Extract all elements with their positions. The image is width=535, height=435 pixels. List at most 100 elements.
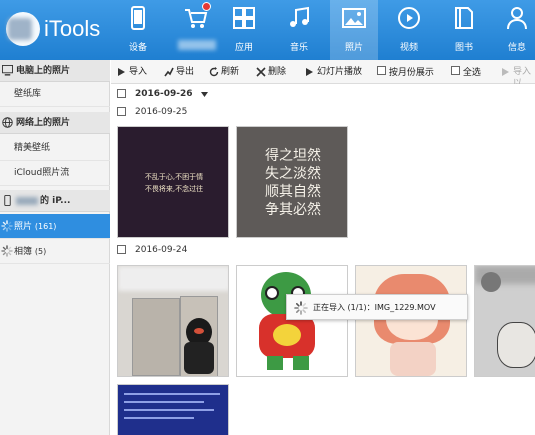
logo-blur	[8, 18, 32, 40]
sidebar-device-suffix: 的 iP...	[40, 196, 71, 206]
apps-icon	[233, 7, 255, 29]
app-title: iTools	[44, 16, 101, 41]
nav-info[interactable]: 信息	[493, 0, 535, 60]
export-button[interactable]: 导出	[164, 66, 194, 78]
chevron-down-icon[interactable]	[201, 92, 208, 97]
import-progress-toast: 正在导入 (1/1)：IMG_1229.MOV	[286, 294, 468, 320]
text-line-shape	[124, 393, 220, 395]
phone-icon	[131, 6, 145, 30]
by-month-label: 按月份展示	[388, 68, 434, 78]
photo-thumbnail[interactable]: 不乱于心,不困于情 不畏将来,不念过往	[117, 126, 229, 238]
music-icon	[290, 6, 309, 27]
sidebar-item-albums[interactable]: 相簿 (5)	[0, 239, 110, 264]
refresh-button[interactable]: 刷新	[209, 66, 239, 78]
delete-icon	[256, 67, 266, 77]
sidebar-section-device[interactable]: 的 iP...	[0, 190, 110, 212]
nav-photos[interactable]: 照片	[330, 0, 378, 60]
photo-toolbar: 导入 导出 刷新 删除 幻灯片播放 按月份展示 全选 导入以	[111, 60, 535, 89]
nav-device[interactable]: 设备	[114, 0, 162, 60]
quote-line: 得之坦然	[265, 148, 321, 164]
body-shape	[390, 342, 436, 376]
group-checkbox[interactable]	[117, 107, 126, 116]
sidebar-section-network[interactable]: 网络上的照片	[0, 112, 110, 134]
date-filter-value[interactable]: 2016-09-26	[135, 88, 193, 100]
quote-line: 失之淡然	[265, 166, 321, 182]
frog-eye-shape	[265, 286, 279, 300]
nav-info-label: 信息	[507, 43, 526, 53]
frog-belly-shape	[273, 324, 301, 346]
group-date: 2016-09-24	[135, 245, 188, 255]
sidebar-section-pc[interactable]: 电脑上的照片	[0, 60, 110, 82]
text-line-shape	[124, 401, 204, 403]
quote-text-1: 不乱于心,不困于情 不畏将来,不念过往	[126, 171, 222, 195]
nav-apps[interactable]: 应用	[220, 0, 268, 60]
import-button[interactable]: 导入	[117, 66, 147, 78]
refresh-label: 刷新	[221, 67, 240, 77]
blurred-region	[118, 266, 228, 291]
sidebar-section-network-label: 网络上的照片	[16, 118, 71, 128]
date-filter-row[interactable]: 2016-09-26	[117, 88, 237, 100]
computer-icon	[2, 65, 13, 76]
sidebar-item-fine-wallpapers[interactable]: 精美壁纸	[0, 136, 110, 161]
photo-thumbnail[interactable]	[474, 265, 535, 377]
albums-count: (5)	[34, 247, 47, 256]
nav-store[interactable]	[172, 0, 220, 60]
video-icon	[398, 7, 420, 29]
frog-leg-shape	[267, 356, 283, 370]
sidebar-item-label: 壁纸库	[14, 89, 42, 99]
nav-photos-label: 照片	[344, 43, 363, 53]
photo-thumbnail[interactable]	[236, 265, 348, 377]
sidebar-item-wallpaper-library[interactable]: 壁纸库	[0, 82, 110, 107]
sidebar-item-label: 相簿	[14, 247, 33, 257]
notification-badge	[202, 2, 211, 11]
photo-grid: 2016-09-26 2016-09-25 不乱于心,不困于情 不畏将来,不念过…	[111, 84, 535, 435]
user-icon	[507, 7, 527, 30]
book-icon	[455, 7, 473, 29]
nav-books-label: 图书	[454, 43, 473, 53]
nav-music-label: 音乐	[289, 43, 308, 53]
sidebar-item-photos[interactable]: 照片 (161)	[0, 214, 110, 239]
albums-spinner-icon	[1, 245, 13, 257]
photo-thumbnail[interactable]	[117, 384, 229, 435]
select-all-label: 全选	[462, 68, 481, 78]
meme-face-shape	[497, 322, 535, 368]
photo-thumbnail[interactable]	[117, 265, 229, 377]
group-date: 2016-09-25	[135, 107, 188, 117]
nav-device-label: 设备	[128, 43, 147, 53]
nav-books[interactable]: 图书	[440, 0, 488, 60]
slideshow-button[interactable]: 幻灯片播放	[305, 66, 362, 78]
by-month-toggle[interactable]: 按月份展示	[377, 66, 434, 78]
delete-button[interactable]: 删除	[256, 66, 286, 78]
sidebar: 电脑上的照片 壁纸库 网络上的照片 精美壁纸 iCloud照片流 的 iP...…	[0, 60, 110, 435]
quote-line: 顺其自然	[265, 184, 321, 200]
export-icon	[164, 67, 174, 77]
slideshow-label: 幻灯片播放	[317, 67, 363, 77]
date-filter-checkbox[interactable]	[117, 89, 126, 98]
date-group-header[interactable]: 2016-09-24	[117, 244, 237, 256]
locker-shape	[132, 298, 180, 376]
sidebar-item-label: 精美壁纸	[14, 143, 51, 153]
frog-leg-shape	[293, 356, 309, 370]
group-checkbox[interactable]	[117, 245, 126, 254]
export-label: 导出	[176, 67, 195, 77]
nav-video[interactable]: 视频	[385, 0, 433, 60]
photo-thumbnail[interactable]	[355, 265, 467, 377]
delete-label: 删除	[268, 67, 287, 77]
import-label: 导入	[129, 67, 148, 77]
import-device-icon	[502, 68, 509, 76]
sidebar-item-icloud-stream[interactable]: iCloud照片流	[0, 161, 110, 186]
nav-video-label: 视频	[399, 43, 418, 53]
import-icon	[118, 68, 125, 76]
nav-music[interactable]: 音乐	[275, 0, 323, 60]
date-group-header[interactable]: 2016-09-25	[117, 106, 237, 118]
select-all-toggle[interactable]: 全选	[451, 66, 481, 78]
text-line-shape	[124, 417, 194, 419]
import-to-device-button[interactable]: 导入以	[501, 66, 535, 89]
top-navigation-bar: iTools 设备 应用 音乐 照片 视频 图书 信息	[0, 0, 535, 60]
select-all-checkbox[interactable]	[451, 66, 460, 75]
by-month-checkbox[interactable]	[377, 66, 386, 75]
quote-line: 不乱于心,不困于情	[144, 173, 204, 181]
photo-thumbnail[interactable]: 得之坦然 失之淡然 顺其自然 争其必然	[236, 126, 348, 238]
bear-body-shape	[184, 342, 214, 374]
nav-apps-label: 应用	[234, 43, 253, 53]
